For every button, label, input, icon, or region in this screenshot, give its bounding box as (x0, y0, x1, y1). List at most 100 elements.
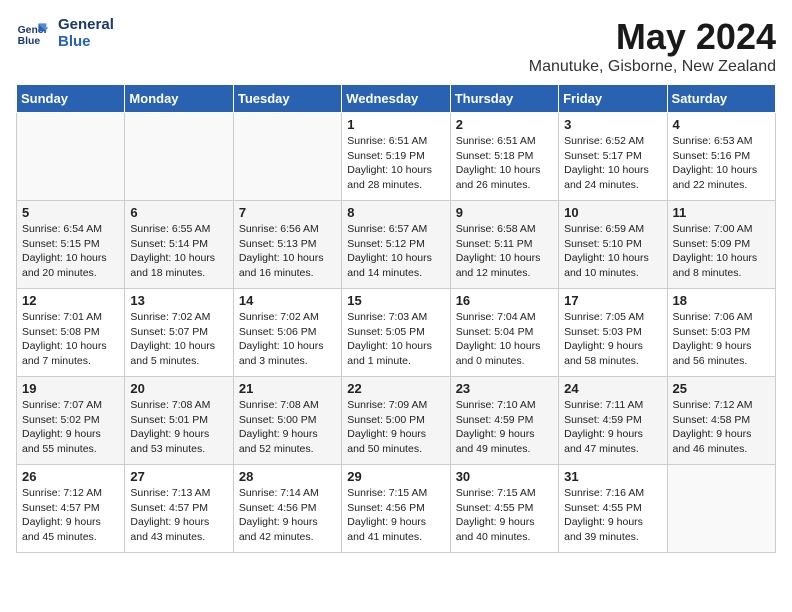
logo-text-general: General (58, 16, 114, 33)
title-area: May 2024 Manutuke, Gisborne, New Zealand (529, 16, 776, 76)
day-number: 5 (22, 205, 119, 220)
day-number: 24 (564, 381, 661, 396)
calendar-cell: 1 Sunrise: 6:51 AM Sunset: 5:19 PM Daylig… (342, 113, 450, 201)
calendar-cell: 28 Sunrise: 7:14 AM Sunset: 4:56 PM Dayli… (233, 465, 341, 553)
calendar-cell: 14 Sunrise: 7:02 AM Sunset: 5:06 PM Dayli… (233, 289, 341, 377)
day-detail: Sunrise: 7:02 AM Sunset: 5:07 PM Dayligh… (130, 310, 227, 369)
day-number: 25 (673, 381, 770, 396)
day-number: 18 (673, 293, 770, 308)
day-detail: Sunrise: 7:08 AM Sunset: 5:01 PM Dayligh… (130, 398, 227, 457)
day-number: 1 (347, 117, 444, 132)
day-detail: Sunrise: 7:12 AM Sunset: 4:58 PM Dayligh… (673, 398, 770, 457)
calendar-cell: 18 Sunrise: 7:06 AM Sunset: 5:03 PM Dayli… (667, 289, 775, 377)
calendar-cell: 17 Sunrise: 7:05 AM Sunset: 5:03 PM Dayli… (559, 289, 667, 377)
day-number: 9 (456, 205, 553, 220)
calendar-cell: 31Sunrise: 7:16 AM Sunset: 4:55 PM Dayli… (559, 465, 667, 553)
calendar-cell: 11Sunrise: 7:00 AM Sunset: 5:09 PM Dayli… (667, 201, 775, 289)
day-detail: Sunrise: 7:04 AM Sunset: 5:04 PM Dayligh… (456, 310, 553, 369)
day-number: 20 (130, 381, 227, 396)
calendar-cell: 7Sunrise: 6:56 AM Sunset: 5:13 PM Daylig… (233, 201, 341, 289)
calendar-week-row: 19Sunrise: 7:07 AM Sunset: 5:02 PM Dayli… (17, 377, 776, 465)
calendar-cell: 24 Sunrise: 7:11 AM Sunset: 4:59 PM Dayli… (559, 377, 667, 465)
calendar-cell (667, 465, 775, 553)
day-number: 8 (347, 205, 444, 220)
day-detail: Sunrise: 7:12 AM Sunset: 4:57 PM Dayligh… (22, 486, 119, 545)
calendar-cell: 12 Sunrise: 7:01 AM Sunset: 5:08 PM Dayli… (17, 289, 125, 377)
day-detail: Sunrise: 7:11 AM Sunset: 4:59 PM Dayligh… (564, 398, 661, 457)
day-number: 27 (130, 469, 227, 484)
day-detail: Sunrise: 7:15 AM Sunset: 4:55 PM Dayligh… (456, 486, 553, 545)
calendar-cell: 5 Sunrise: 6:54 AM Sunset: 5:15 PM Daylig… (17, 201, 125, 289)
calendar-week-row: 1 Sunrise: 6:51 AM Sunset: 5:19 PM Daylig… (17, 113, 776, 201)
logo-icon: General Blue (16, 17, 48, 49)
calendar-cell (17, 113, 125, 201)
calendar-cell: 3 Sunrise: 6:52 AM Sunset: 5:17 PM Daylig… (559, 113, 667, 201)
day-number: 3 (564, 117, 661, 132)
calendar-cell: 19Sunrise: 7:07 AM Sunset: 5:02 PM Dayli… (17, 377, 125, 465)
day-number: 13 (130, 293, 227, 308)
calendar-week-row: 12 Sunrise: 7:01 AM Sunset: 5:08 PM Dayli… (17, 289, 776, 377)
calendar-week-row: 5 Sunrise: 6:54 AM Sunset: 5:15 PM Daylig… (17, 201, 776, 289)
day-detail: Sunrise: 7:16 AM Sunset: 4:55 PM Dayligh… (564, 486, 661, 545)
day-detail: Sunrise: 7:09 AM Sunset: 5:00 PM Dayligh… (347, 398, 444, 457)
calendar-cell: 30 Sunrise: 7:15 AM Sunset: 4:55 PM Dayli… (450, 465, 558, 553)
day-number: 26 (22, 469, 119, 484)
day-detail: Sunrise: 6:51 AM Sunset: 5:19 PM Dayligh… (347, 134, 444, 193)
calendar-cell (233, 113, 341, 201)
day-number: 29 (347, 469, 444, 484)
calendar-cell: 9 Sunrise: 6:58 AM Sunset: 5:11 PM Daylig… (450, 201, 558, 289)
column-header-sunday: Sunday (17, 85, 125, 113)
day-detail: Sunrise: 7:14 AM Sunset: 4:56 PM Dayligh… (239, 486, 336, 545)
day-number: 6 (130, 205, 227, 220)
calendar-cell: 15Sunrise: 7:03 AM Sunset: 5:05 PM Dayli… (342, 289, 450, 377)
day-number: 12 (22, 293, 119, 308)
column-header-saturday: Saturday (667, 85, 775, 113)
calendar-cell: 8Sunrise: 6:57 AM Sunset: 5:12 PM Daylig… (342, 201, 450, 289)
day-detail: Sunrise: 6:54 AM Sunset: 5:15 PM Dayligh… (22, 222, 119, 281)
day-detail: Sunrise: 7:01 AM Sunset: 5:08 PM Dayligh… (22, 310, 119, 369)
day-detail: Sunrise: 7:08 AM Sunset: 5:00 PM Dayligh… (239, 398, 336, 457)
calendar-table: SundayMondayTuesdayWednesdayThursdayFrid… (16, 84, 776, 553)
calendar-cell: 25 Sunrise: 7:12 AM Sunset: 4:58 PM Dayli… (667, 377, 775, 465)
calendar-cell: 10 Sunrise: 6:59 AM Sunset: 5:10 PM Dayli… (559, 201, 667, 289)
day-detail: Sunrise: 6:58 AM Sunset: 5:11 PM Dayligh… (456, 222, 553, 281)
day-detail: Sunrise: 6:53 AM Sunset: 5:16 PM Dayligh… (673, 134, 770, 193)
day-number: 21 (239, 381, 336, 396)
day-detail: Sunrise: 7:05 AM Sunset: 5:03 PM Dayligh… (564, 310, 661, 369)
calendar-cell: 29 Sunrise: 7:15 AM Sunset: 4:56 PM Dayli… (342, 465, 450, 553)
location-text: Manutuke, Gisborne, New Zealand (529, 58, 776, 76)
logo: General Blue General Blue (16, 16, 114, 50)
day-detail: Sunrise: 6:55 AM Sunset: 5:14 PM Dayligh… (130, 222, 227, 281)
page-header: General Blue General Blue May 2024 Manut… (16, 16, 776, 76)
column-header-tuesday: Tuesday (233, 85, 341, 113)
calendar-cell: 23Sunrise: 7:10 AM Sunset: 4:59 PM Dayli… (450, 377, 558, 465)
column-header-thursday: Thursday (450, 85, 558, 113)
day-number: 2 (456, 117, 553, 132)
calendar-cell: 22 Sunrise: 7:09 AM Sunset: 5:00 PM Dayli… (342, 377, 450, 465)
day-number: 22 (347, 381, 444, 396)
day-number: 19 (22, 381, 119, 396)
day-number: 15 (347, 293, 444, 308)
logo-text-blue: Blue (58, 33, 114, 50)
day-number: 17 (564, 293, 661, 308)
day-detail: Sunrise: 7:06 AM Sunset: 5:03 PM Dayligh… (673, 310, 770, 369)
day-detail: Sunrise: 7:13 AM Sunset: 4:57 PM Dayligh… (130, 486, 227, 545)
day-detail: Sunrise: 7:00 AM Sunset: 5:09 PM Dayligh… (673, 222, 770, 281)
calendar-cell: 2 Sunrise: 6:51 AM Sunset: 5:18 PM Daylig… (450, 113, 558, 201)
month-title: May 2024 (529, 16, 776, 58)
day-detail: Sunrise: 6:52 AM Sunset: 5:17 PM Dayligh… (564, 134, 661, 193)
day-number: 28 (239, 469, 336, 484)
calendar-cell (125, 113, 233, 201)
day-detail: Sunrise: 6:56 AM Sunset: 5:13 PM Dayligh… (239, 222, 336, 281)
calendar-cell: 4Sunrise: 6:53 AM Sunset: 5:16 PM Daylig… (667, 113, 775, 201)
svg-text:Blue: Blue (18, 36, 41, 47)
day-detail: Sunrise: 6:59 AM Sunset: 5:10 PM Dayligh… (564, 222, 661, 281)
day-number: 14 (239, 293, 336, 308)
calendar-cell: 13 Sunrise: 7:02 AM Sunset: 5:07 PM Dayli… (125, 289, 233, 377)
day-detail: Sunrise: 7:15 AM Sunset: 4:56 PM Dayligh… (347, 486, 444, 545)
day-detail: Sunrise: 7:02 AM Sunset: 5:06 PM Dayligh… (239, 310, 336, 369)
day-number: 10 (564, 205, 661, 220)
calendar-cell: 6 Sunrise: 6:55 AM Sunset: 5:14 PM Daylig… (125, 201, 233, 289)
day-detail: Sunrise: 6:51 AM Sunset: 5:18 PM Dayligh… (456, 134, 553, 193)
day-number: 30 (456, 469, 553, 484)
